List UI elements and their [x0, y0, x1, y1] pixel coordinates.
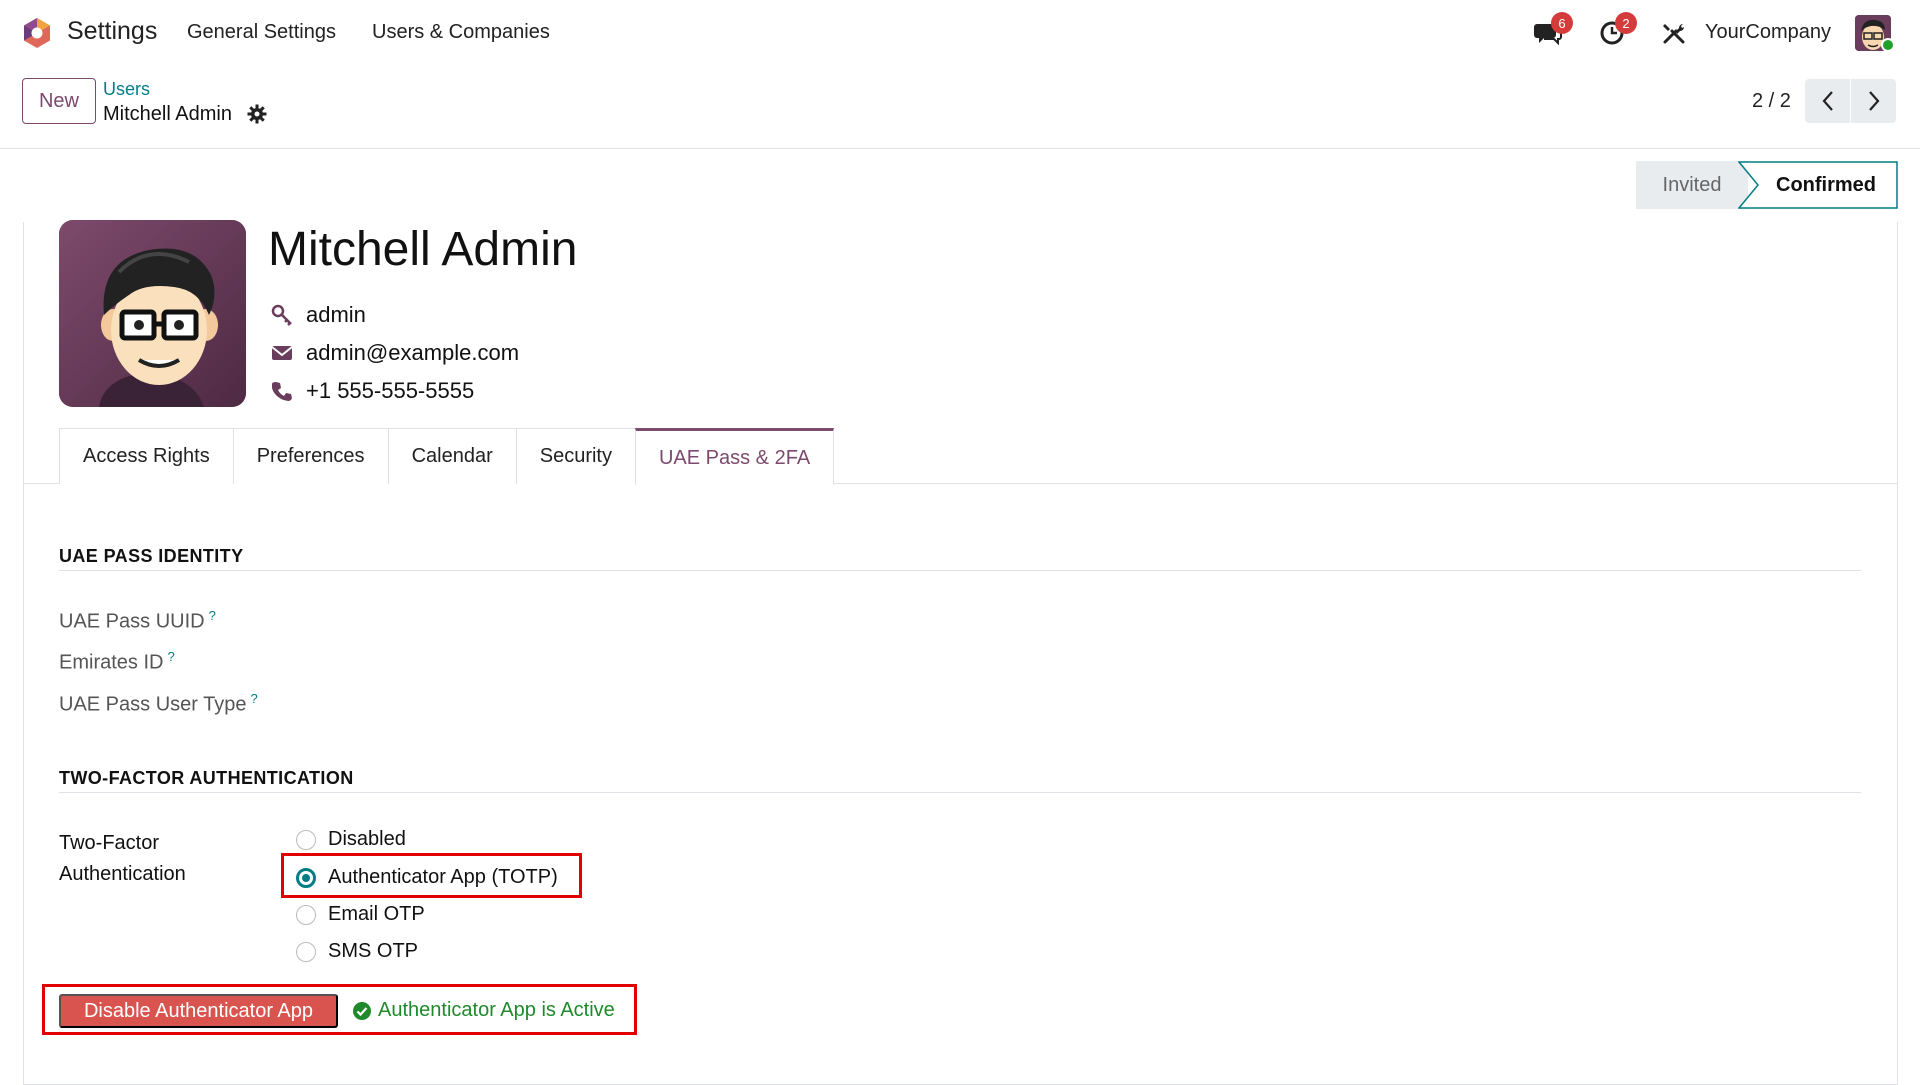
pager-previous-button[interactable]	[1805, 79, 1850, 123]
gear-icon[interactable]	[247, 104, 267, 124]
radio-button[interactable]	[296, 829, 316, 850]
tfa-option-label: Disabled	[328, 828, 406, 850]
messaging-button[interactable]: 6	[1533, 12, 1573, 48]
top-navbar: Settings General Settings Users & Compan…	[0, 0, 1920, 66]
user-name[interactable]: Mitchell Admin	[268, 222, 577, 277]
help-tooltip-icon[interactable]: ?	[250, 691, 257, 706]
login-row: admin	[270, 302, 366, 328]
debug-tools-button[interactable]	[1659, 18, 1689, 48]
status-confirmed[interactable]: Confirmed	[1738, 161, 1898, 209]
chevron-right-icon	[1868, 91, 1879, 111]
breadcrumb-users[interactable]: Users	[103, 79, 150, 100]
app-name[interactable]: Settings	[67, 17, 157, 46]
status-invited[interactable]: Invited	[1636, 161, 1748, 209]
help-tooltip-icon[interactable]: ?	[209, 608, 216, 623]
uae-pass-uuid-text: UAE Pass UUID	[59, 610, 205, 633]
key-icon	[270, 303, 294, 327]
envelope-icon	[270, 341, 294, 365]
tfa-option-sms[interactable]: SMS OTP	[296, 940, 418, 963]
tfa-label: Two-Factor Authentication	[59, 832, 186, 885]
profile-avatar[interactable]	[59, 220, 246, 407]
online-status-dot	[1881, 38, 1895, 52]
avatar-illustration-icon	[59, 220, 246, 407]
tab-access-rights[interactable]: Access Rights	[59, 428, 234, 484]
tfa-option-disabled[interactable]: Disabled	[296, 828, 406, 851]
uae-pass-section-title: UAE PASS IDENTITY	[59, 546, 244, 566]
menu-users-companies[interactable]: Users & Companies	[372, 21, 550, 44]
email-row: admin@example.com	[270, 340, 519, 366]
breadcrumb-current: Mitchell Admin	[103, 103, 232, 125]
activities-button[interactable]: 2	[1597, 12, 1637, 48]
totp-highlight-box	[281, 853, 582, 898]
radio-button[interactable]	[296, 941, 316, 962]
new-button[interactable]: New	[22, 78, 96, 124]
tfa-section-title: TWO-FACTOR AUTHENTICATION	[59, 768, 354, 788]
phone-icon	[270, 379, 294, 403]
section-divider	[59, 570, 1861, 571]
tab-calendar[interactable]: Calendar	[387, 428, 517, 484]
control-panel-divider	[0, 148, 1920, 149]
phone-row: +1 555-555-5555	[270, 378, 474, 404]
uae-pass-uuid-label: UAE Pass UUID?	[59, 608, 216, 634]
user-phone[interactable]: +1 555-555-5555	[306, 378, 474, 404]
tfa-option-label: SMS OTP	[328, 940, 419, 962]
activities-badge: 2	[1615, 12, 1637, 34]
menu-general-settings[interactable]: General Settings	[187, 21, 336, 44]
tab-security[interactable]: Security	[515, 428, 636, 484]
chevron-left-icon	[1822, 91, 1833, 111]
help-tooltip-icon[interactable]: ?	[167, 649, 174, 664]
tools-icon	[1663, 24, 1685, 44]
status-bar: Invited Confirmed	[1636, 161, 1898, 209]
pager-next-button[interactable]	[1851, 79, 1896, 123]
notebook-tabs: Access Rights Preferences Calendar Secur…	[59, 428, 835, 485]
tab-uae-pass-2fa[interactable]: UAE Pass & 2FA	[634, 428, 835, 485]
messages-badge: 6	[1551, 12, 1573, 34]
pager-value: 2 / 2	[1752, 90, 1791, 112]
tfa-option-label: Email OTP	[328, 903, 425, 925]
uae-pass-user-type-label: UAE Pass User Type?	[59, 691, 258, 717]
disable-area-highlight-box	[42, 984, 637, 1035]
app-logo-icon[interactable]	[20, 16, 54, 50]
emirates-id-label: Emirates ID?	[59, 649, 175, 675]
company-switcher[interactable]: YourCompany	[1705, 21, 1831, 44]
section-divider	[59, 792, 1861, 793]
radio-button[interactable]	[296, 904, 316, 925]
user-email[interactable]: admin@example.com	[306, 340, 519, 366]
user-login[interactable]: admin	[306, 302, 366, 328]
tfa-option-email[interactable]: Email OTP	[296, 903, 425, 926]
uae-pass-user-type-text: UAE Pass User Type	[59, 693, 247, 716]
emirates-id-text: Emirates ID	[59, 651, 164, 674]
tab-preferences[interactable]: Preferences	[232, 428, 389, 484]
